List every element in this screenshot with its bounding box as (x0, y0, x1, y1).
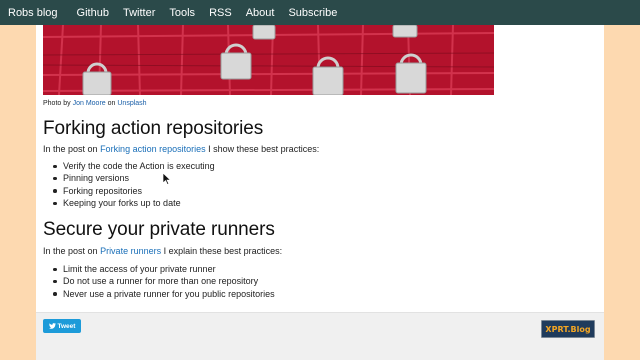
forking-practices-list: Verify the code the Action is executing … (51, 160, 215, 210)
list-item: Limit the access of your private runner (51, 263, 275, 275)
list-item: Never use a private runner for you publi… (51, 288, 275, 300)
section-intro-runners: In the post on Private runners I explain… (43, 246, 282, 256)
mouse-cursor-icon (163, 173, 172, 185)
photo-credit: Photo by Jon Moore on Unsplash (43, 100, 147, 107)
post-content: Photo by Jon Moore on Unsplash Forking a… (36, 25, 604, 360)
intro-suffix: I show these best practices: (208, 144, 320, 154)
section-title-runners: Secure your private runners (43, 219, 275, 240)
nav-link-tools[interactable]: Tools (169, 7, 195, 19)
xprt-blog-badge[interactable]: XPRT.Blog (541, 320, 595, 338)
tweet-button[interactable]: Tweet (43, 319, 81, 333)
badge-text: XPRT.Blog (545, 324, 591, 334)
intro-suffix: I explain these best practices: (163, 246, 283, 256)
private-runners-link[interactable]: Private runners (100, 246, 161, 256)
twitter-bird-icon (48, 323, 56, 329)
nav-brand-link[interactable]: Robs blog (8, 7, 58, 19)
credit-author-link[interactable]: Jon Moore (73, 100, 106, 107)
list-item: Verify the code the Action is executing (51, 160, 215, 172)
list-item: Forking repositories (51, 185, 215, 197)
intro-prefix: In the post on (43, 246, 98, 256)
runner-practices-list: Limit the access of your private runner … (51, 263, 275, 300)
hero-image (43, 25, 494, 95)
forking-action-repositories-link[interactable]: Forking action repositories (100, 144, 206, 154)
credit-prefix: Photo by (43, 100, 71, 107)
credit-middle: on (107, 100, 116, 107)
list-item: Keeping your forks up to date (51, 197, 215, 209)
list-item: Pinning versions (51, 172, 215, 184)
nav-link-rss[interactable]: RSS (209, 7, 232, 19)
section-title-forking: Forking action repositories (43, 118, 264, 139)
nav-link-about[interactable]: About (246, 7, 275, 19)
share-footer: Tweet XPRT.Blog (36, 312, 604, 360)
tweet-label: Tweet (57, 322, 76, 330)
nav-link-github[interactable]: Github (77, 7, 109, 19)
nav-link-twitter[interactable]: Twitter (123, 7, 155, 19)
nav-link-subscribe[interactable]: Subscribe (288, 7, 337, 19)
padlocks-photo (43, 25, 494, 95)
list-item: Do not use a runner for more than one re… (51, 275, 275, 287)
intro-prefix: In the post on (43, 144, 98, 154)
credit-site-link[interactable]: Unsplash (117, 100, 146, 107)
section-intro-forking: In the post on Forking action repositori… (43, 144, 319, 154)
top-navbar: Robs blog Github Twitter Tools RSS About… (0, 0, 640, 25)
